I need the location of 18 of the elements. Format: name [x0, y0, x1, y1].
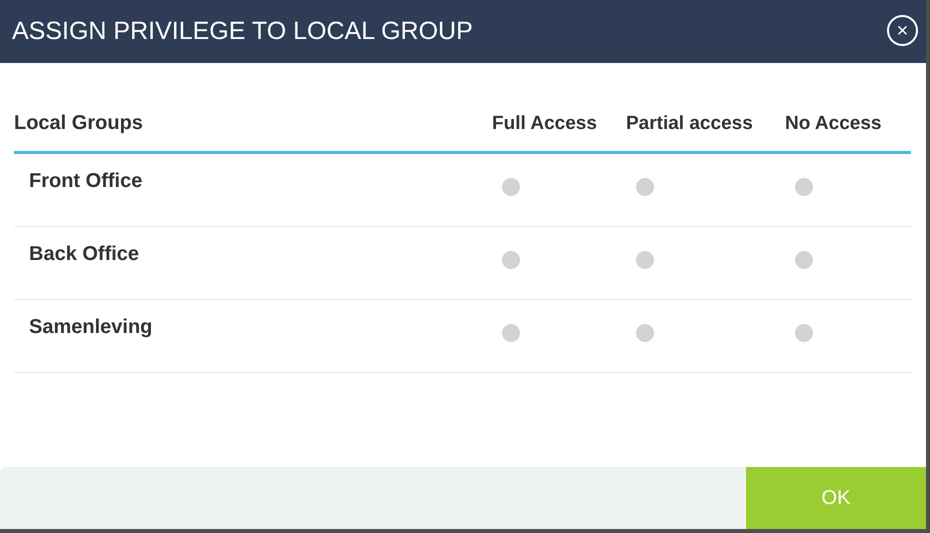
group-name: Front Office [28, 169, 144, 194]
radio-button[interactable] [636, 178, 654, 196]
radio-button[interactable] [636, 324, 654, 342]
radio-button[interactable] [795, 178, 813, 196]
column-header: Partial access [626, 112, 754, 134]
radio-button[interactable] [636, 251, 654, 269]
radio-button[interactable] [795, 324, 813, 342]
radio-button[interactable] [502, 178, 520, 196]
column-header: No Access [785, 112, 882, 134]
group-name: Samenleving [28, 315, 154, 340]
close-button[interactable]: × [887, 15, 918, 46]
radio-button[interactable] [502, 251, 520, 269]
column-header: Local Groups [14, 112, 144, 135]
radio-button[interactable] [795, 251, 813, 269]
column-header: Full Access [492, 112, 598, 134]
radio-button[interactable] [502, 324, 520, 342]
dialog-title: ASSIGN PRIVILEGE TO LOCAL GROUP [12, 17, 473, 46]
group-name: Back Office [28, 242, 140, 267]
